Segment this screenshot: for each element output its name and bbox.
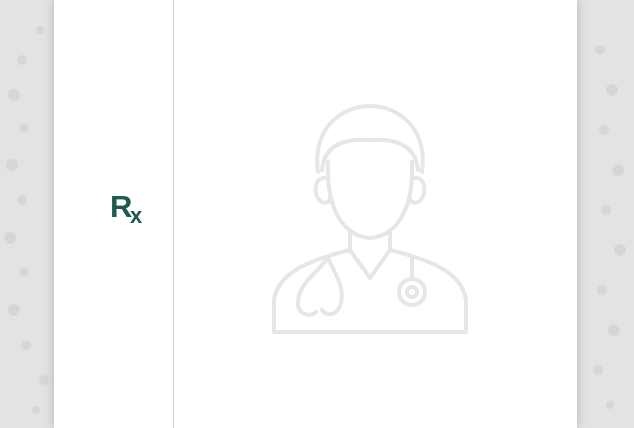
backdrop: R x — [0, 0, 634, 428]
prescription-sidebar: R x — [54, 0, 174, 428]
rx-letter-x: x — [130, 203, 143, 228]
prescription-content-area — [175, 0, 577, 428]
rx-symbol: R x — [110, 190, 150, 234]
doctor-stethoscope-icon — [272, 104, 468, 334]
prescription-paper: R x — [54, 0, 577, 428]
